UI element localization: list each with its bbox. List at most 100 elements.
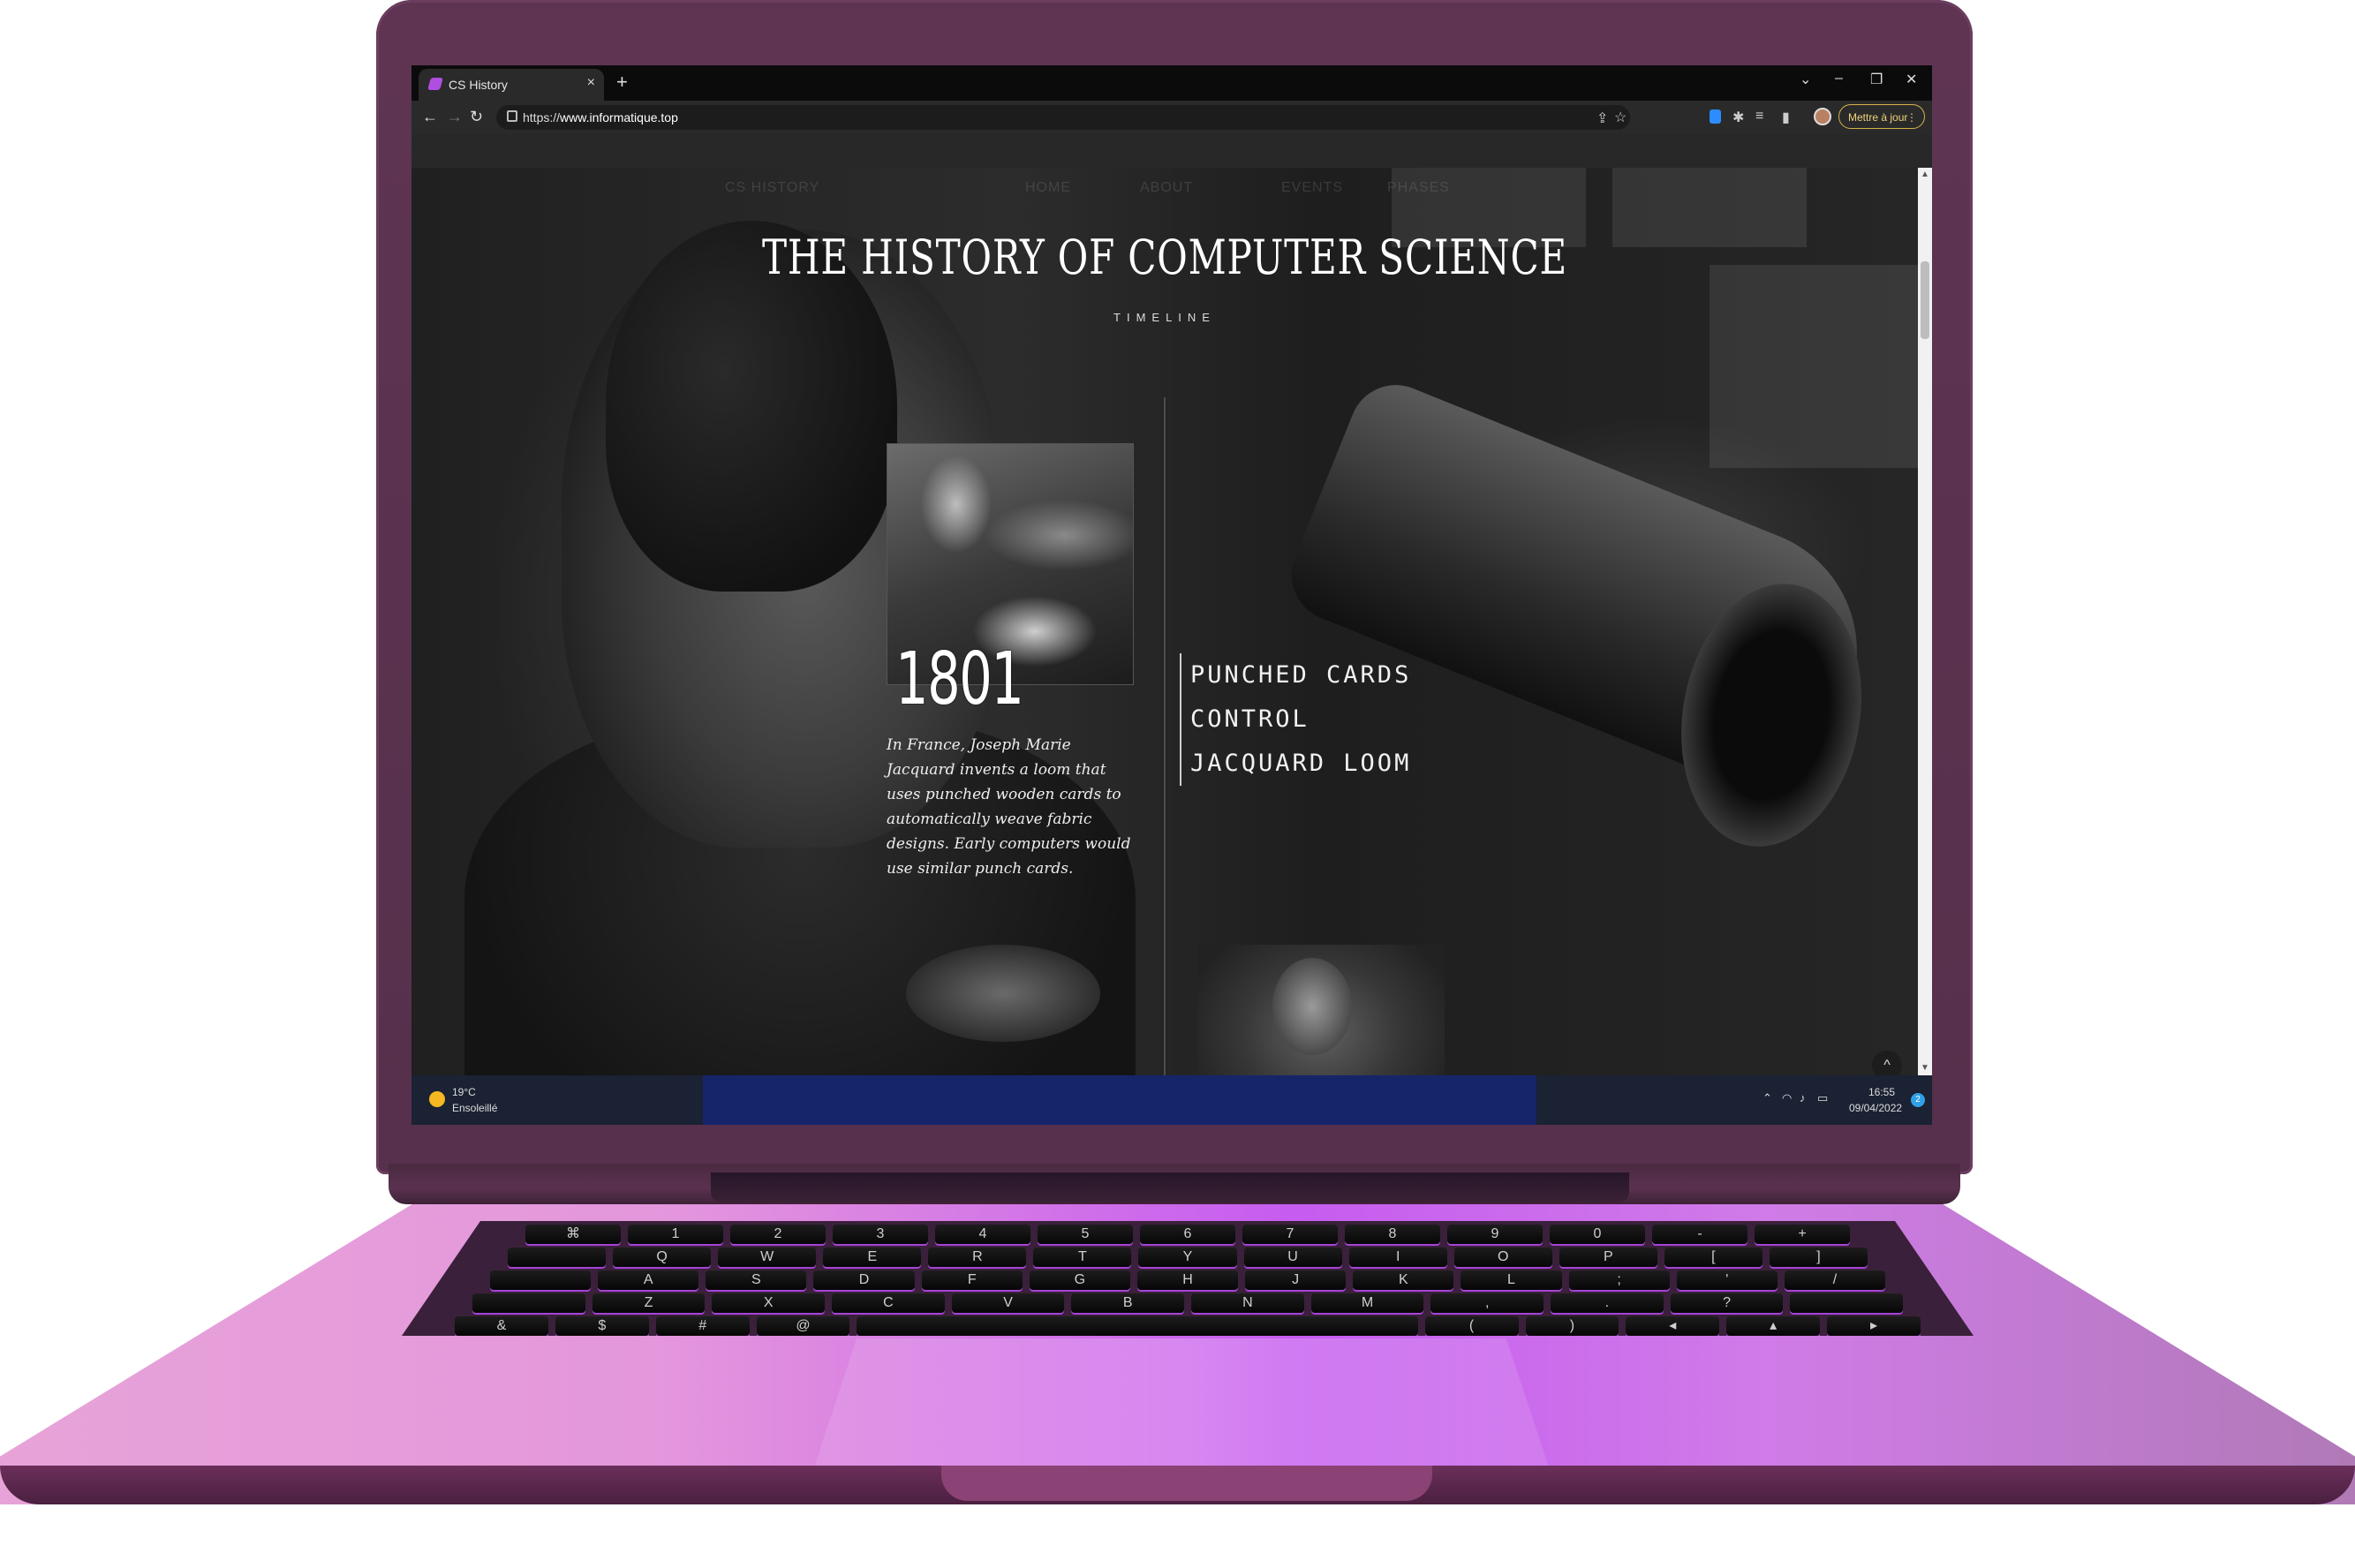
keyboard-key: (: [1424, 1316, 1519, 1336]
page-subtitle: TIMELINE: [1113, 311, 1216, 324]
keyboard-key: @: [756, 1316, 850, 1336]
battery-icon[interactable]: ▭: [1817, 1091, 1828, 1105]
keyboard-key: V: [951, 1293, 1065, 1313]
keyboard-key: ): [1525, 1316, 1619, 1336]
keyboard-key: ': [1676, 1270, 1778, 1290]
bookmark-star-icon[interactable]: ☆: [1614, 109, 1627, 126]
address-url[interactable]: https://www.informatique.top: [523, 110, 678, 124]
share-icon[interactable]: ⇪: [1596, 109, 1608, 127]
extensions-puzzle-icon[interactable]: ✱: [1732, 109, 1744, 126]
keyboard-key: 5: [1038, 1225, 1133, 1244]
keyboard-key: ◂: [1626, 1316, 1720, 1336]
keyboard-key: K: [1353, 1270, 1454, 1290]
keyboard-key: 0: [1550, 1225, 1645, 1244]
timeline-line: [1164, 397, 1166, 1075]
maximize-button[interactable]: ❐: [1870, 71, 1883, 88]
wifi-icon[interactable]: ◠: [1782, 1091, 1792, 1105]
bookmark-bar: [411, 134, 1932, 168]
event-year: 1801: [895, 637, 1024, 721]
browser-toolbar: ← → ↻ https://www.informatique.top ⇪ ☆ ✱…: [411, 101, 1932, 134]
keyboard-key: ]: [1769, 1248, 1868, 1267]
update-button[interactable]: Mettre à jour ⋮: [1838, 104, 1925, 129]
keyboard-key: 9: [1447, 1225, 1543, 1244]
keyboard-key: R: [928, 1248, 1027, 1267]
keyboard-key: L: [1461, 1270, 1562, 1290]
background-hand: [906, 945, 1100, 1042]
keyboard-key: X: [712, 1293, 826, 1313]
keyboard-key: Q: [613, 1248, 712, 1267]
tab-search-icon[interactable]: ⌄: [1800, 71, 1811, 88]
key-row: & $ # @ ( ) ◂ ▴ ▸: [455, 1316, 1921, 1336]
keyboard-key: 6: [1140, 1225, 1235, 1244]
weather-condition[interactable]: Ensoleillé: [452, 1102, 497, 1114]
keyboard-key: [490, 1270, 592, 1290]
reload-icon[interactable]: ↻: [470, 108, 483, 126]
keyboard-key: N: [1191, 1293, 1304, 1313]
back-arrow-icon[interactable]: ←: [422, 108, 438, 126]
keyboard-key: ▸: [1827, 1316, 1921, 1336]
keyboard-key: B: [1071, 1293, 1185, 1313]
site-favicon-icon: [427, 78, 443, 90]
keyboard-key: [1790, 1293, 1904, 1313]
forward-arrow-icon[interactable]: →: [447, 108, 463, 126]
keyboard-key: I: [1348, 1248, 1447, 1267]
keyboard-key: E: [823, 1248, 922, 1267]
page-scrollbar[interactable]: ▲ ▼: [1918, 168, 1932, 1075]
keyboard-key: 8: [1345, 1225, 1440, 1244]
clock-time[interactable]: 16:55: [1868, 1086, 1895, 1098]
keyboard-key: ;: [1568, 1270, 1670, 1290]
keyboard-key: ▴: [1726, 1316, 1821, 1336]
event-tag: JACQUARD LOOM: [1190, 750, 1412, 777]
keyboard: ⌘ 1 2 3 4 5 6 7 8 9 0 - + Q W E R T Y U …: [402, 1221, 1974, 1336]
nav-home[interactable]: HOME: [1025, 180, 1071, 196]
tab-close-icon[interactable]: ×: [587, 75, 595, 91]
keyboard-key: G: [1029, 1270, 1130, 1290]
clock-date[interactable]: 09/04/2022: [1849, 1102, 1902, 1114]
keyboard-key: 1: [628, 1225, 723, 1244]
scroll-up-arrow-icon[interactable]: ▲: [1918, 168, 1932, 182]
laptop-screen: CS History × + ⌄ – ❐ ✕ ← → ↻ https://www…: [411, 65, 1932, 1125]
laptop-notch: [941, 1466, 1432, 1501]
keyboard-key: P: [1559, 1248, 1657, 1267]
profile-avatar[interactable]: [1814, 108, 1831, 125]
keyboard-key: Y: [1138, 1248, 1237, 1267]
keyboard-key: &: [455, 1316, 548, 1336]
keyboard-key: 2: [730, 1225, 826, 1244]
reading-list-icon[interactable]: ≡: [1755, 109, 1763, 124]
scrollbar-thumb[interactable]: [1921, 261, 1929, 339]
volume-icon[interactable]: ♪: [1800, 1091, 1806, 1104]
nav-about[interactable]: ABOUT: [1140, 180, 1193, 196]
weather-temperature[interactable]: 19°C: [452, 1086, 476, 1098]
keyboard-key: +: [1755, 1225, 1850, 1244]
keyboard-key: D: [813, 1270, 915, 1290]
sun-icon[interactable]: [429, 1091, 445, 1107]
keyboard-key: #: [655, 1316, 750, 1336]
notification-badge[interactable]: 2: [1911, 1093, 1925, 1107]
scroll-down-arrow-icon[interactable]: ▼: [1918, 1061, 1932, 1075]
tray-chevron-icon[interactable]: ⌃: [1762, 1091, 1772, 1105]
web-page: CS HISTORY HOME ABOUT EVENTS PHASES THE …: [411, 168, 1918, 1075]
nav-brand[interactable]: CS HISTORY: [725, 180, 819, 196]
scroll-to-top-button[interactable]: ^: [1872, 1051, 1902, 1075]
keyboard-key: U: [1243, 1248, 1342, 1267]
key-row: ⌘ 1 2 3 4 5 6 7 8 9 0 - +: [525, 1225, 1850, 1244]
address-bar[interactable]: https://www.informatique.top ⇪ ☆: [496, 105, 1630, 130]
browser-tab[interactable]: CS History ×: [419, 69, 604, 101]
side-panel-icon[interactable]: ▮: [1782, 109, 1790, 126]
nav-events[interactable]: EVENTS: [1281, 180, 1343, 196]
page-title: THE HISTORY OF COMPUTER SCIENCE: [762, 230, 1567, 285]
keyboard-key: A: [598, 1270, 699, 1290]
new-tab-button[interactable]: +: [616, 71, 628, 94]
minimize-button[interactable]: –: [1835, 71, 1843, 87]
close-window-button[interactable]: ✕: [1906, 71, 1917, 88]
keyboard-key: .: [1551, 1293, 1664, 1313]
event-tag: PUNCHED CARDS: [1190, 661, 1412, 689]
keyboard-key: C: [832, 1293, 945, 1313]
background-window: [1710, 265, 1918, 468]
keyboard-key: [472, 1293, 585, 1313]
keyboard-key: W: [718, 1248, 817, 1267]
menu-kebab-icon[interactable]: ⋮: [1898, 105, 1917, 130]
extension-icon[interactable]: [1710, 109, 1721, 124]
nav-phases[interactable]: PHASES: [1387, 180, 1450, 196]
keyboard-key: 4: [935, 1225, 1030, 1244]
